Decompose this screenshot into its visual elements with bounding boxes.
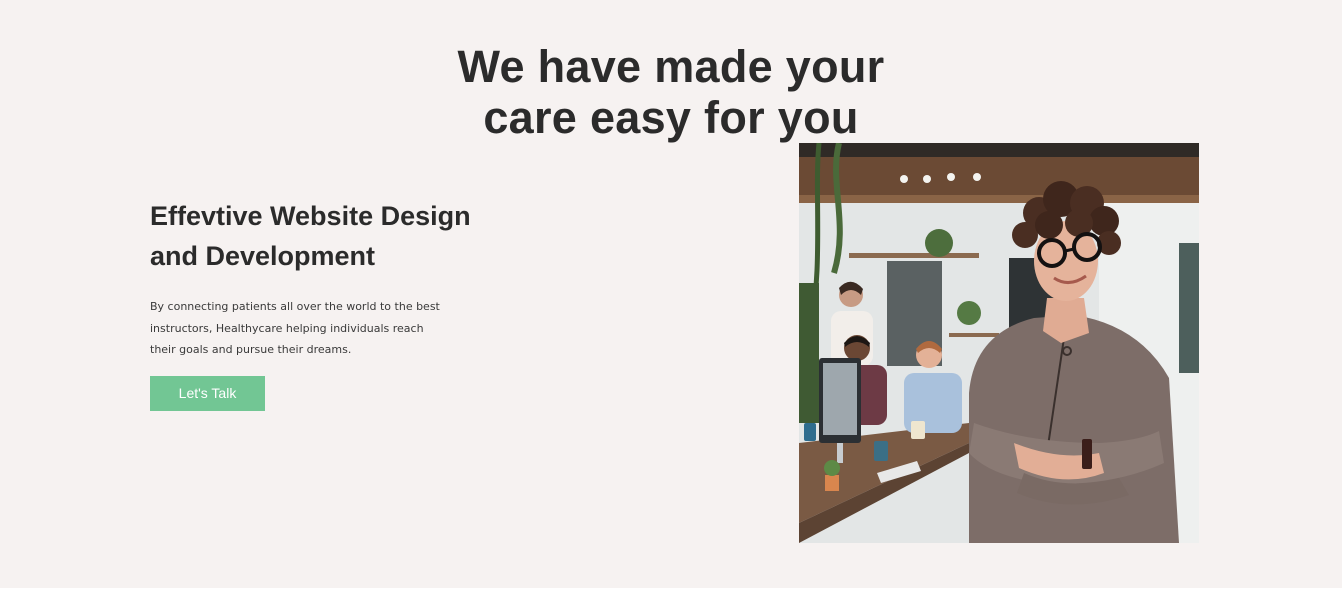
headline-line-1: We have made your — [457, 41, 885, 92]
lets-talk-button[interactable]: Let's Talk — [150, 376, 265, 411]
feature-title: Effevtive Website Design and Development — [150, 196, 490, 276]
feature-photo — [799, 143, 1199, 543]
feature-title-line-1: Effevtive Website Design — [150, 201, 471, 231]
office-photo-illustration — [799, 143, 1199, 543]
feature-block: Effevtive Website Design and Development… — [150, 196, 490, 361]
page: We have made your care easy for you Effe… — [0, 0, 1342, 589]
feature-description: By connecting patients all over the worl… — [150, 300, 440, 356]
section-headline: We have made your care easy for you — [0, 41, 1342, 143]
headline-line-2: care easy for you — [483, 92, 859, 143]
feature-title-line-2: and Development — [150, 241, 376, 271]
